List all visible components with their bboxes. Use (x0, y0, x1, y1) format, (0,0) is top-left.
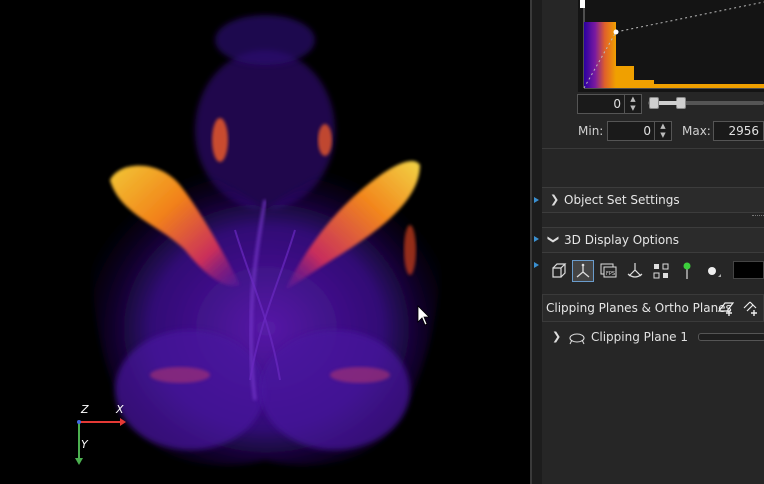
range-start-spinbox[interactable]: 0 ▲ ▼ (577, 94, 642, 114)
svg-text:FPS: FPS (606, 271, 615, 277)
spin-down-icon[interactable]: ▼ (625, 104, 641, 113)
bounding-box-icon[interactable] (548, 260, 570, 282)
axes-icon[interactable] (572, 260, 594, 282)
spin-up-icon[interactable]: ▲ (625, 95, 641, 104)
spin-up-icon[interactable]: ▲ (655, 122, 671, 131)
background-color-swatch[interactable] (733, 261, 764, 279)
max-value: 2956 (728, 124, 759, 138)
background-color-icon[interactable] (702, 260, 724, 282)
resize-grip-icon[interactable] (752, 215, 764, 219)
section-3d-display-options[interactable]: ❯ 3D Display Options (542, 227, 764, 253)
expand-marker-icon[interactable] (534, 262, 539, 268)
axis-y-label: Y (81, 438, 88, 451)
section-title: Object Set Settings (564, 193, 680, 207)
spin-down-icon[interactable]: ▼ (655, 131, 671, 140)
chevron-right-icon: ❯ (550, 193, 560, 206)
axis-z-label: Z (81, 403, 89, 416)
fps-icon[interactable]: FPS (598, 260, 620, 282)
add-clipping-plane-icon[interactable] (717, 299, 735, 317)
chevron-down-icon: ❯ (547, 234, 561, 245)
clipping-plane-label: Clipping Plane 1 (591, 330, 689, 344)
section-object-set-settings[interactable]: ❯ Object Set Settings (542, 187, 764, 213)
histogram-chart (580, 0, 764, 89)
section-title: 3D Display Options (564, 233, 680, 247)
selection-icon[interactable] (650, 260, 672, 282)
axis-x-label: X (116, 403, 124, 416)
min-value: 0 (643, 124, 651, 138)
histogram[interactable] (578, 0, 764, 92)
chevron-right-icon[interactable]: ❯ (552, 330, 561, 343)
orientation-axes: Z X Y (70, 402, 130, 468)
range-slider-right-handle[interactable] (676, 97, 686, 109)
spin-buttons[interactable]: ▲ ▼ (624, 95, 641, 113)
camera-orbit-icon[interactable] (624, 260, 646, 282)
separator (542, 148, 764, 149)
3d-viewport[interactable]: Z X Y (0, 0, 530, 484)
clipping-planes-title: Clipping Planes & Ortho Planes (546, 301, 732, 315)
min-spinbox[interactable]: 0 ▲ ▼ (607, 121, 672, 141)
range-start-value: 0 (613, 97, 621, 111)
clipping-planes-header: Clipping Planes & Ortho Planes (542, 294, 764, 322)
clipping-plane-slider[interactable] (698, 333, 764, 341)
max-spinbox[interactable]: 2956 (713, 121, 764, 141)
expand-marker-icon[interactable] (534, 236, 539, 242)
expand-marker-icon[interactable] (534, 197, 539, 203)
min-label: Min: (578, 124, 604, 138)
range-slider-fill (659, 101, 677, 105)
range-slider-left-handle[interactable] (649, 97, 659, 109)
light-point-icon[interactable] (676, 260, 698, 282)
spin-buttons[interactable]: ▲ ▼ (654, 122, 671, 140)
histogram-min-handle-icon (580, 0, 585, 8)
add-ortho-plane-icon[interactable] (741, 299, 759, 317)
max-label: Max: (682, 124, 711, 138)
clipping-plane-icon (568, 330, 586, 345)
